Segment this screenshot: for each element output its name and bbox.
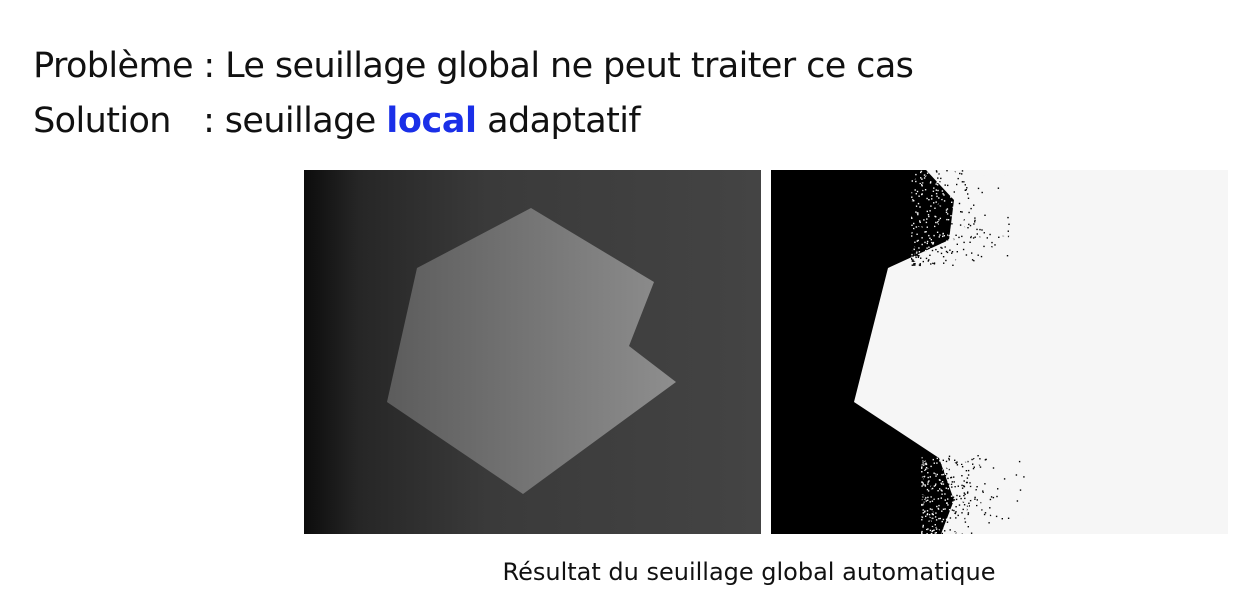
original-image-graphic [387, 208, 676, 494]
gradient-polygon [387, 208, 676, 494]
figure-caption: Résultat du seuillage global automatique [502, 558, 996, 586]
solution-label: Solution [33, 101, 171, 141]
thresholded-image [771, 170, 1228, 534]
solution-keyword: local [386, 101, 477, 141]
original-image [304, 170, 761, 534]
solution-text-after: adaptatif [476, 101, 641, 141]
solution-line: Solution: seuillage local adaptatif [12, 61, 641, 141]
solution-text-before: seuillage [224, 101, 387, 141]
thresholded-image-graphic [771, 170, 1033, 534]
solution-separator: : [203, 101, 225, 141]
